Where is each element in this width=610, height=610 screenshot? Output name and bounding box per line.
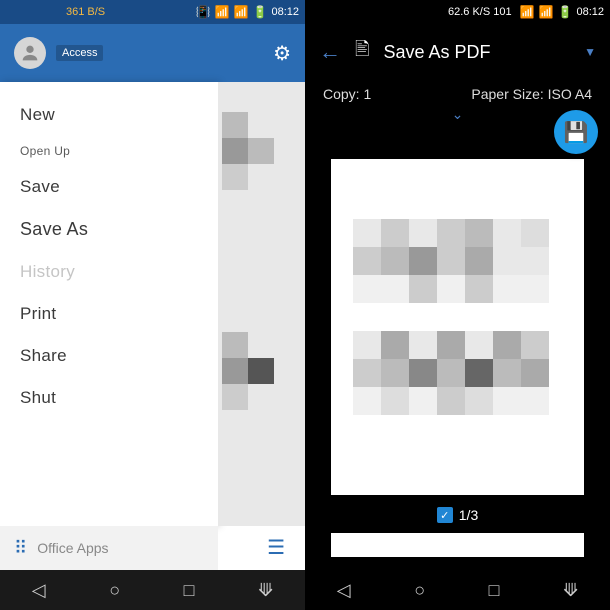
battery-icon: 🔋 <box>558 5 573 19</box>
nav-bar: ◁ ○ □ ⟱ <box>305 570 610 610</box>
menu-history[interactable]: History <box>0 251 218 293</box>
nav-recent-icon[interactable]: □ <box>489 580 500 601</box>
nav-bar: ◁ ○ □ ⟱ <box>0 570 305 610</box>
paper-size-label[interactable]: Paper Size: ISO A4 <box>471 86 592 102</box>
nav-home-icon[interactable]: ○ <box>109 580 120 601</box>
avatar[interactable] <box>14 37 46 69</box>
page-checkbox[interactable]: ✓ <box>437 507 453 523</box>
vibrate-icon: 📳 <box>196 5 211 19</box>
nav-recent-icon[interactable]: □ <box>184 580 195 601</box>
copies-label[interactable]: Copy: 1 <box>323 86 371 102</box>
print-options: Copy: 1 Paper Size: ISO A4 <box>305 80 610 104</box>
nav-down-icon[interactable]: ⟱ <box>563 580 578 601</box>
nav-back-icon[interactable]: ◁ <box>337 580 351 601</box>
menu-open[interactable]: Open Up <box>0 136 218 166</box>
status-bar: 62.6 K/S 101 📶 📶 🔋 08:12 <box>305 0 610 24</box>
wifi-icon: 📶 <box>520 5 535 19</box>
menu-save[interactable]: Save <box>0 166 218 208</box>
document-icon: 🖹 <box>355 37 369 67</box>
list-icon[interactable]: ☰ <box>267 535 285 560</box>
access-button[interactable]: Access <box>56 45 103 61</box>
wifi-icon: 📶 <box>215 5 230 19</box>
page-title: Save As PDF <box>383 42 570 63</box>
menu-new[interactable]: New <box>0 94 218 136</box>
pdf-preview[interactable] <box>331 159 584 495</box>
menu-share[interactable]: Share <box>0 335 218 377</box>
network-speed: 361 B/S <box>66 6 105 18</box>
app-header: Access ⚙ <box>0 24 305 82</box>
settings-icon[interactable]: ⚙ <box>273 41 291 66</box>
clock: 08:12 <box>271 6 299 18</box>
menu-print[interactable]: Print <box>0 293 218 335</box>
office-apps-bar[interactable]: ⠿ Office Apps <box>0 526 218 570</box>
page-indicator: ✓ 1/3 <box>305 501 610 529</box>
nav-back-icon[interactable]: ◁ <box>32 580 46 601</box>
file-menu: New Open Up Save Save As History Print S… <box>0 82 218 526</box>
clock: 08:12 <box>576 6 604 18</box>
menu-save-as[interactable]: Save As <box>0 208 218 251</box>
signal-icon: 📶 <box>539 5 554 19</box>
document-background <box>218 82 305 526</box>
status-bar: 361 B/S 📳 📶 📶 🔋 08:12 <box>0 0 305 24</box>
dropdown-icon[interactable]: ▼ <box>584 45 596 59</box>
apps-grid-icon: ⠿ <box>14 538 27 559</box>
battery-icon: 🔋 <box>253 5 268 19</box>
save-fab[interactable]: 💾 <box>554 110 598 154</box>
nav-home-icon[interactable]: ○ <box>414 580 425 601</box>
menu-shut[interactable]: Shut <box>0 377 218 419</box>
signal-icon: 📶 <box>234 5 249 19</box>
back-icon[interactable]: ← <box>319 39 341 65</box>
save-icon: 💾 <box>564 120 589 145</box>
office-apps-label: Office Apps <box>37 540 108 556</box>
nav-down-icon[interactable]: ⟱ <box>258 580 273 601</box>
page-count: 1/3 <box>459 507 478 523</box>
pdf-header: ← 🖹 Save As PDF ▼ <box>305 24 610 80</box>
next-page-preview[interactable] <box>331 533 584 557</box>
network-speed: 62.6 K/S 101 <box>448 6 512 18</box>
